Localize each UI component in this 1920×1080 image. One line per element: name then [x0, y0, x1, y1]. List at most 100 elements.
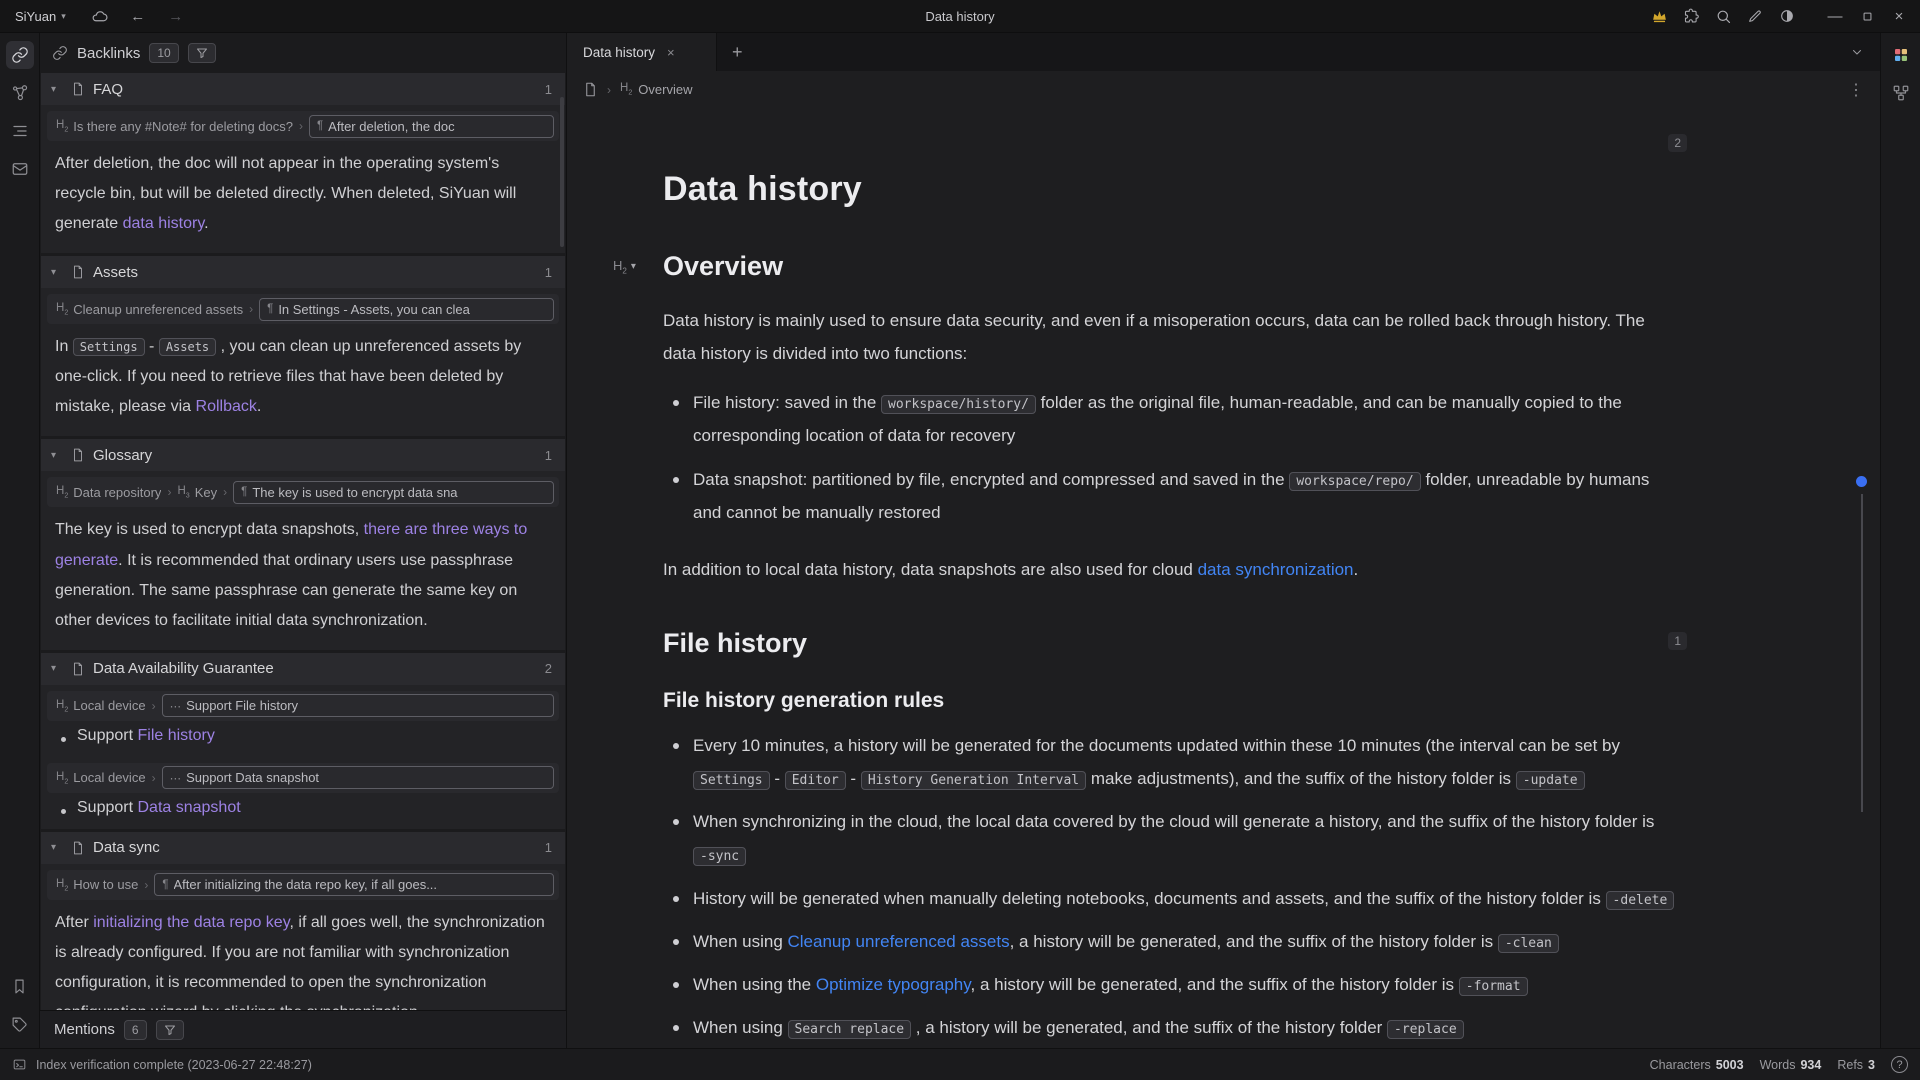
ref-count-badge[interactable]: 2: [1668, 134, 1687, 152]
backlink-excerpt[interactable]: After initializing the data repo key, if…: [41, 904, 565, 1010]
heading-generation-rules[interactable]: File history generation rules: [663, 689, 1677, 713]
backlink-list-item[interactable]: Support File history: [41, 725, 565, 757]
inbox-dock-icon[interactable]: [6, 155, 34, 183]
list-item[interactable]: When using Cleanup unreferenced assets, …: [663, 925, 1677, 968]
paragraph-intro[interactable]: Data history is mainly used to ensure da…: [663, 304, 1677, 370]
document-icon[interactable]: [583, 82, 598, 97]
maximize-icon[interactable]: [1854, 5, 1880, 27]
heading-file-history[interactable]: File history: [663, 628, 1677, 659]
breadcrumb-item[interactable]: H2Cleanup unreferenced assets: [56, 302, 243, 317]
list-item[interactable]: When using the Optimize typography, a hi…: [663, 968, 1677, 1011]
backlink-excerpt[interactable]: The key is used to encrypt data snapshot…: [41, 511, 565, 649]
heading-file-history-row: File history 1: [663, 628, 1677, 659]
heading-overview[interactable]: Overview: [663, 251, 1677, 282]
new-tab-button[interactable]: +: [717, 33, 758, 71]
inline-ref-link[interactable]: Optimize typography: [816, 975, 971, 994]
bookmark-dock-icon[interactable]: [6, 972, 34, 1000]
list-item[interactable]: When using Search replace , a history wi…: [663, 1011, 1677, 1048]
backlink-doc-header[interactable]: ▾ FAQ 1: [41, 73, 565, 105]
tag-dock-icon[interactable]: [6, 1010, 34, 1038]
heading-gutter[interactable]: H2 ▾: [613, 258, 636, 276]
document-icon: [71, 265, 85, 279]
back-icon[interactable]: ←: [127, 5, 149, 27]
text-run: -: [770, 769, 785, 788]
block-type-icon: H2: [56, 302, 68, 316]
inline-ref-link[interactable]: data history: [123, 215, 205, 232]
backlink-excerpt[interactable]: In Settings - Assets , you can clean up …: [41, 328, 565, 436]
collapse-arrow-icon[interactable]: ▾: [631, 261, 636, 272]
paragraph-cloud[interactable]: In addition to local data history, data …: [663, 553, 1677, 586]
doc-title[interactable]: Data history: [663, 170, 1677, 209]
breadcrumb-item[interactable]: H2How to use: [56, 877, 138, 892]
breadcrumb-item[interactable]: ¶After deletion, the doc: [309, 115, 554, 138]
breadcrumb-item[interactable]: H2Local device: [56, 770, 146, 785]
inline-ref-link[interactable]: initializing the data repo key: [93, 914, 289, 931]
vip-crown-icon[interactable]: [1646, 5, 1672, 27]
breadcrumb-item[interactable]: ¶After initializing the data repo key, i…: [154, 873, 554, 896]
breadcrumb-item[interactable]: H2Local device: [56, 698, 146, 713]
breadcrumb-item[interactable]: ⋯Support File history: [162, 694, 554, 717]
editor-scrollbar[interactable]: [1861, 494, 1863, 812]
forward-icon[interactable]: →: [165, 5, 187, 27]
tab-overflow-button[interactable]: [1834, 33, 1880, 71]
breadcrumb-item[interactable]: H2Data repository: [56, 485, 161, 500]
plugin-icon[interactable]: [1678, 5, 1704, 27]
breadcrumb-item[interactable]: H2 Overview: [620, 82, 692, 97]
breadcrumb-item[interactable]: H3Key: [177, 485, 217, 500]
help-icon[interactable]: ?: [1891, 1056, 1908, 1073]
inline-code-chip: -sync: [693, 847, 746, 866]
inline-ref-link[interactable]: File history: [137, 727, 214, 744]
edit-pencil-icon[interactable]: [1742, 5, 1768, 27]
list-item[interactable]: Every 10 minutes, a history will be gene…: [663, 729, 1677, 805]
block-type-icon: H3: [177, 485, 189, 499]
inline-ref-link[interactable]: data synchronization: [1198, 560, 1354, 579]
theme-mode-icon[interactable]: [1774, 5, 1800, 27]
breadcrumb-text: Local device: [73, 770, 145, 785]
scroll-position-dot[interactable]: [1856, 476, 1867, 487]
mentions-filter-button[interactable]: [156, 1020, 184, 1040]
breadcrumb-item[interactable]: ⋯Support Data snapshot: [162, 766, 554, 789]
inline-ref-link[interactable]: Cleanup unreferenced assets: [788, 932, 1010, 951]
block-type-icon: H2: [56, 878, 68, 892]
tab-data-history[interactable]: Data history ×: [567, 33, 717, 71]
mentions-header[interactable]: Mentions 6: [40, 1010, 566, 1048]
inline-ref-link[interactable]: Rollback: [196, 398, 257, 415]
right-dock: [1880, 33, 1920, 1048]
marketplace-icon[interactable]: [1887, 41, 1915, 69]
backlink-doc-header[interactable]: ▾ Data sync 1: [41, 832, 565, 864]
close-icon[interactable]: ×: [1886, 5, 1912, 27]
backlinks-filter-button[interactable]: [188, 43, 216, 63]
panel-scrollbar[interactable]: [560, 97, 564, 247]
editor-area: Data history × + › H2 Overview ⋮: [567, 33, 1880, 1048]
list-item[interactable]: History will be generated when manually …: [663, 882, 1677, 925]
backlink-list-item[interactable]: Support Data snapshot: [41, 797, 565, 829]
list-item[interactable]: File history: saved in the workspace/his…: [663, 386, 1677, 462]
backlink-doc-header[interactable]: ▾ Assets 1: [41, 256, 565, 288]
backlink-doc-header[interactable]: ▾ Data Availability Guarantee 2: [41, 653, 565, 685]
tab-close-icon[interactable]: ×: [667, 45, 675, 60]
breadcrumb-item[interactable]: ¶The key is used to encrypt data sna: [233, 481, 554, 504]
backlink-excerpt[interactable]: After deletion, the doc will not appear …: [41, 145, 565, 253]
inline-code-chip: -delete: [1606, 891, 1675, 910]
list-item[interactable]: When synchronizing in the cloud, the loc…: [663, 805, 1677, 881]
backlinks-dock-icon[interactable]: [6, 41, 34, 69]
inline-ref-link[interactable]: Data snapshot: [137, 799, 240, 816]
list-item[interactable]: Data snapshot: partitioned by file, encr…: [663, 463, 1677, 539]
cloud-sync-icon[interactable]: [89, 5, 111, 27]
graph-view-icon[interactable]: [1887, 79, 1915, 107]
ref-count-badge[interactable]: 1: [1668, 632, 1687, 650]
status-message: Index verification complete (2023-06-27 …: [36, 1058, 312, 1072]
app-menu-button[interactable]: SiYuan ▾: [8, 6, 73, 27]
block-type-icon: H2: [56, 119, 68, 133]
more-options-icon[interactable]: ⋮: [1848, 80, 1864, 100]
text-run: , a history will be generated, and the s…: [971, 975, 1459, 994]
minimize-icon[interactable]: —: [1822, 5, 1848, 27]
breadcrumb-item[interactable]: H2Is there any #Note# for deleting docs?: [56, 119, 293, 134]
text-run: File history: saved in the: [693, 393, 881, 412]
outline-dock-icon[interactable]: [6, 117, 34, 145]
breadcrumb-item[interactable]: ¶In Settings - Assets, you can clea: [259, 298, 554, 321]
breadcrumb-text: Support File history: [186, 698, 298, 713]
search-icon[interactable]: [1710, 5, 1736, 27]
graph-dock-icon[interactable]: [6, 79, 34, 107]
backlink-doc-header[interactable]: ▾ Glossary 1: [41, 439, 565, 471]
